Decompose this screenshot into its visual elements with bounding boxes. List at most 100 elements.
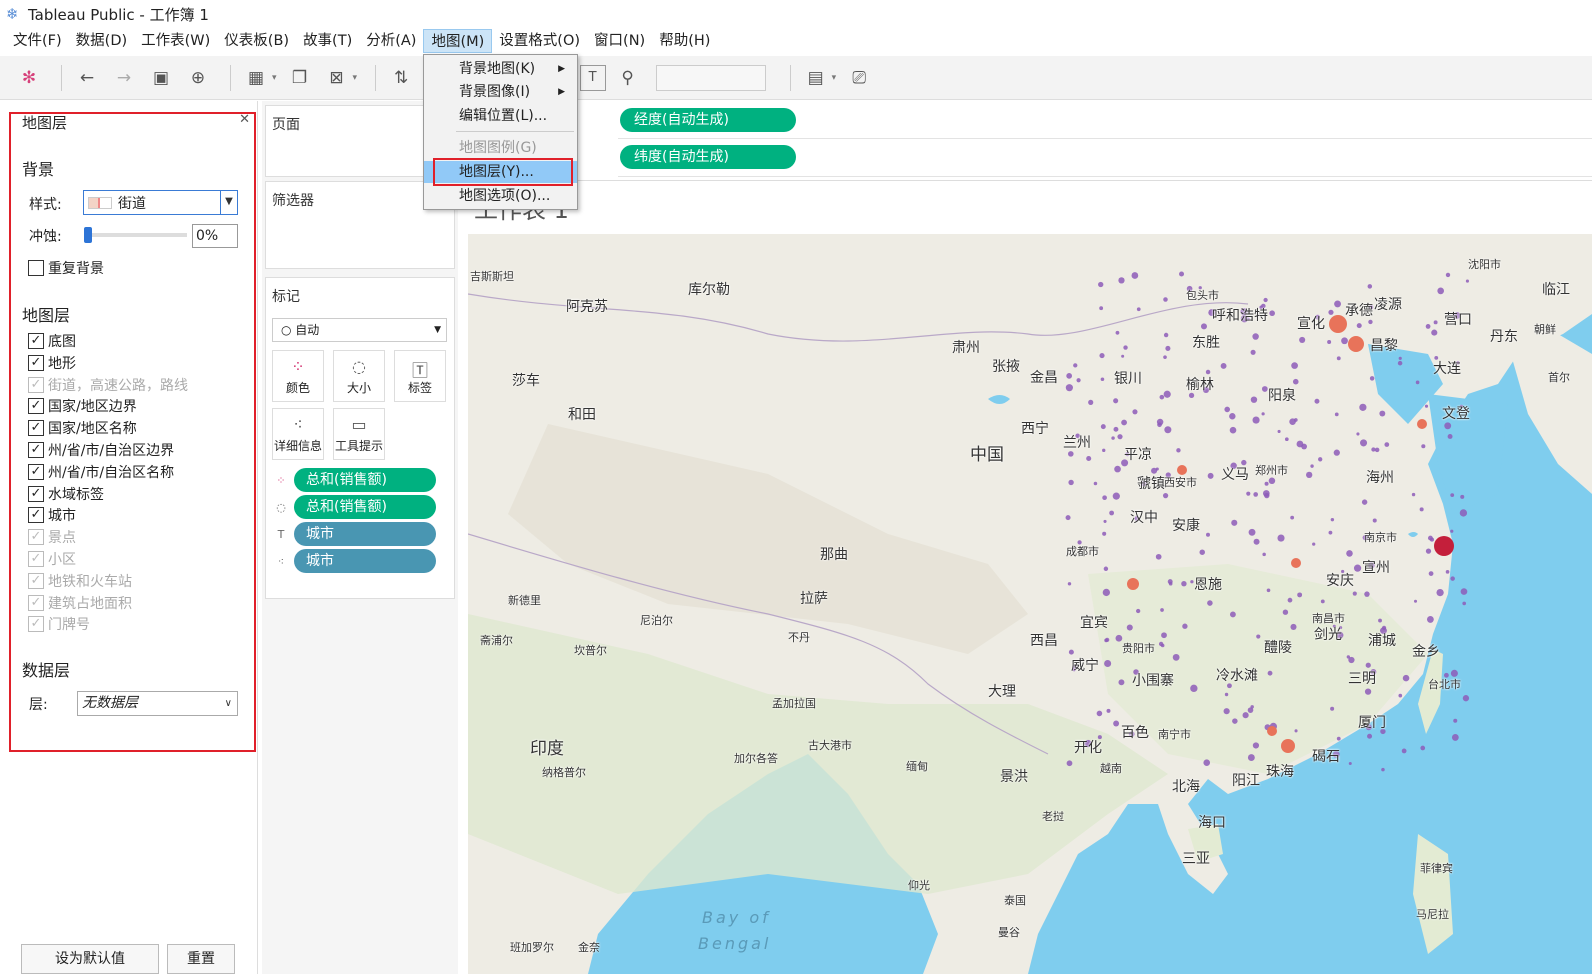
- layer-checkbox[interactable]: ✓ 州/省/市/自治区名称: [28, 462, 174, 482]
- menu-data[interactable]: 数据(D): [69, 29, 134, 53]
- set-default-button[interactable]: 设为默认值: [21, 944, 159, 974]
- map-place-label: 海州: [1366, 470, 1394, 486]
- city-pill[interactable]: 城市: [294, 522, 436, 546]
- duplicate-sheet-icon[interactable]: ❐: [285, 63, 315, 93]
- redo-icon[interactable]: →: [109, 63, 139, 93]
- check-icon[interactable]: ✓: [28, 485, 44, 502]
- fit-select[interactable]: [655, 64, 766, 91]
- data-layer-select[interactable]: 无数据层 ∨: [77, 691, 238, 716]
- sum-sales-pill[interactable]: 总和(销售额): [294, 468, 436, 492]
- city-mark: [1462, 695, 1470, 702]
- check-icon[interactable]: ✓: [28, 507, 44, 524]
- check-icon[interactable]: ✓: [28, 398, 44, 415]
- menu-window[interactable]: 窗口(N): [587, 29, 652, 53]
- city-mark: [1328, 530, 1333, 535]
- size-button[interactable]: ◌ 大小: [333, 350, 385, 402]
- city-pill[interactable]: 城市: [294, 549, 436, 573]
- fix-axes-icon[interactable]: ⚲: [613, 63, 643, 93]
- wash-input[interactable]: 0%: [192, 224, 238, 248]
- city-mark: [1294, 729, 1298, 733]
- map-place-label: 曼谷: [998, 926, 1020, 939]
- mark-pill-detail[interactable]: ⁖ 城市: [272, 549, 436, 573]
- menu-help[interactable]: 帮助(H): [652, 29, 717, 53]
- menu-analysis[interactable]: 分析(A): [359, 29, 423, 53]
- chevron-down-icon[interactable]: ▼: [220, 191, 237, 214]
- color-button[interactable]: ⁘ 颜色: [272, 350, 324, 402]
- sum-sales-pill[interactable]: 总和(销售额): [294, 495, 436, 519]
- checkbox-box[interactable]: [28, 260, 44, 276]
- mark-pill-size[interactable]: ◌ 总和(销售额): [272, 495, 436, 519]
- menu-story[interactable]: 故事(T): [296, 29, 359, 53]
- map-place-label: 新德里: [508, 594, 541, 607]
- mark-pill-color[interactable]: ⁘ 总和(销售额): [272, 468, 436, 492]
- repeat-background-checkbox[interactable]: 重复背景: [28, 258, 104, 278]
- menu-background-maps[interactable]: 背景地图(K) ▶: [424, 58, 577, 80]
- close-icon[interactable]: ✕: [239, 112, 250, 127]
- layer-checkbox[interactable]: ✓ 底图: [28, 331, 76, 351]
- city-mark: [1379, 410, 1386, 417]
- layer-checkbox[interactable]: ✓ 州/省/市/自治区边界: [28, 440, 174, 460]
- city-mark: [1100, 424, 1106, 430]
- check-icon: ✓: [28, 616, 44, 633]
- city-mark: [1231, 519, 1238, 526]
- check-icon[interactable]: ✓: [28, 354, 44, 371]
- check-icon[interactable]: ✓: [28, 420, 44, 437]
- undo-icon[interactable]: ←: [72, 63, 102, 93]
- chevron-down-icon[interactable]: ∨: [225, 692, 232, 715]
- style-select[interactable]: 街道 ▼: [83, 190, 238, 215]
- layer-checkbox[interactable]: ✓ 城市: [28, 505, 76, 525]
- presentation-mode-icon[interactable]: ⎚: [844, 63, 874, 93]
- swap-icon[interactable]: ⇅: [386, 63, 416, 93]
- menu-edit-locations[interactable]: 编辑位置(L)...: [424, 105, 577, 127]
- menu-worksheet[interactable]: 工作表(W): [134, 29, 217, 53]
- map-place-label: 拉萨: [800, 591, 828, 607]
- chevron-down-icon[interactable]: ▾: [353, 73, 358, 83]
- check-icon[interactable]: ✓: [28, 463, 44, 480]
- save-icon[interactable]: ▣: [146, 63, 176, 93]
- slider-handle[interactable]: [84, 227, 92, 243]
- chevron-down-icon[interactable]: ▾: [832, 73, 837, 83]
- longitude-pill[interactable]: 经度(自动生成): [620, 108, 796, 132]
- menu-file[interactable]: 文件(F): [6, 29, 69, 53]
- layer-checkbox[interactable]: ✓ 水域标签: [28, 484, 104, 504]
- tableau-home-icon[interactable]: ✻: [14, 63, 44, 93]
- map-place-label: 沈阳市: [1468, 258, 1501, 271]
- map-place-label: 三明: [1348, 671, 1376, 687]
- toolbar-separator: [375, 64, 377, 91]
- chevron-down-icon[interactable]: ▾: [272, 73, 277, 83]
- mark-pill-label[interactable]: T 城市: [272, 522, 436, 546]
- layer-checkbox[interactable]: ✓ 国家/地区名称: [28, 418, 137, 438]
- marks-type-select[interactable]: ○ 自动 ▼: [272, 318, 447, 342]
- wash-slider[interactable]: [84, 227, 187, 243]
- show-me-icon[interactable]: ▤: [801, 63, 831, 93]
- detail-button[interactable]: ⁖ 详细信息: [272, 408, 324, 460]
- highlight-annotation: [433, 158, 573, 186]
- reset-button[interactable]: 重置: [167, 944, 235, 974]
- check-icon[interactable]: ✓: [28, 442, 44, 458]
- city-mark: [1179, 271, 1185, 277]
- city-mark: [1398, 693, 1403, 698]
- chevron-down-icon[interactable]: ▼: [434, 319, 441, 341]
- marks-card: 标记 ○ 自动 ▼ ⁘ 颜色 ◌ 大小 🅃 标签 ⁖ 详细信息 ▭ 工具提示 ⁘…: [265, 277, 455, 599]
- menu-map[interactable]: 地图(M): [423, 29, 493, 53]
- menu-map-options[interactable]: 地图选项(O)...: [424, 185, 577, 207]
- new-worksheet-icon[interactable]: ▦: [241, 63, 271, 93]
- layer-checkbox[interactable]: ✓ 地形: [28, 353, 76, 373]
- toolbar-separator: [789, 64, 791, 91]
- label-button[interactable]: 🅃 标签: [394, 350, 446, 402]
- city-mark: [1318, 457, 1323, 462]
- city-mark: [1126, 624, 1133, 631]
- city-mark: [1348, 656, 1355, 664]
- tooltip-button[interactable]: ▭ 工具提示: [333, 408, 385, 460]
- panel-title: 地图层: [22, 114, 68, 132]
- check-icon[interactable]: ✓: [28, 333, 44, 349]
- map-view[interactable]: 吉斯斯坦 阿克苏 库尔勒 莎车 和田 肃州 张掖 金昌 银川 西宁 兰州 中国 平凉 包头市 呼和浩特 宣化 承…: [468, 234, 1592, 974]
- new-datasource-icon[interactable]: ⊕: [183, 63, 213, 93]
- menu-background-images[interactable]: 背景图像(I) ▶: [424, 81, 577, 103]
- menu-format[interactable]: 设置格式(O): [492, 29, 587, 53]
- latitude-pill[interactable]: 纬度(自动生成): [620, 145, 796, 169]
- menu-dashboard[interactable]: 仪表板(B): [217, 29, 296, 53]
- layer-checkbox[interactable]: ✓ 国家/地区边界: [28, 396, 137, 416]
- clear-sheet-icon[interactable]: ⊠: [322, 63, 352, 93]
- show-labels-icon[interactable]: T: [579, 64, 606, 91]
